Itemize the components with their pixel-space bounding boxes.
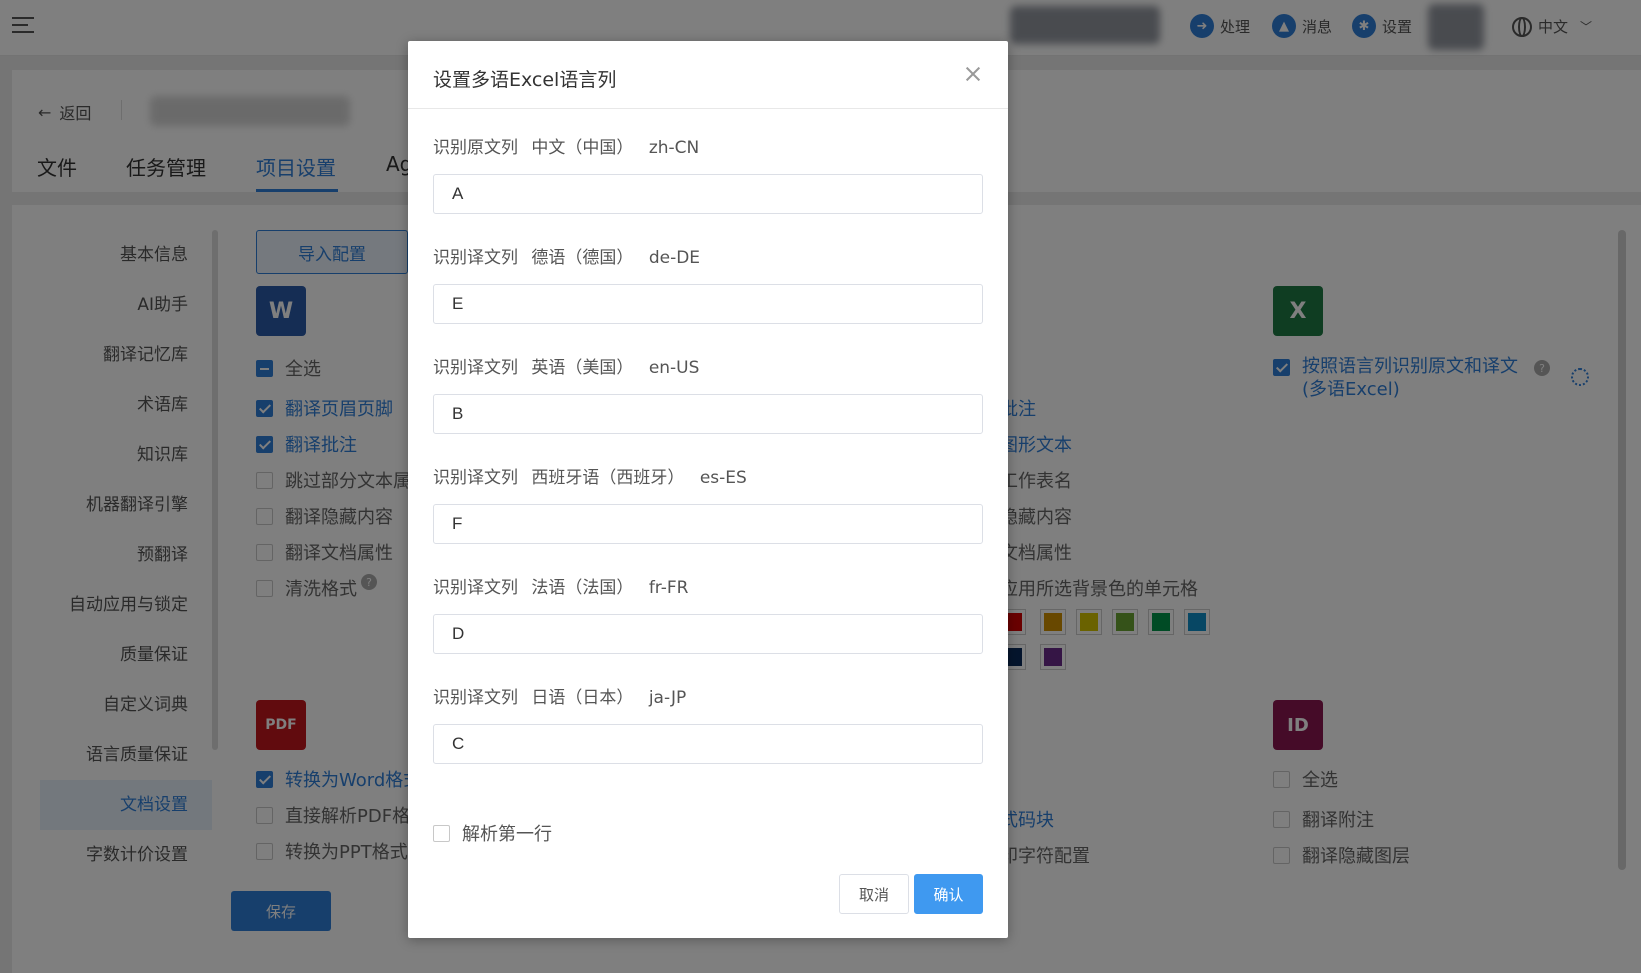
cancel-button[interactable]: 取消: [839, 874, 909, 914]
label-text: 识别译文列: [433, 688, 518, 708]
close-icon[interactable]: [964, 65, 982, 83]
parse-first-row-label: 解析第一行: [462, 824, 552, 845]
language-code: de-DE: [648, 248, 701, 268]
parse-first-row-option[interactable]: 解析第一行: [433, 820, 552, 846]
confirm-button[interactable]: 确认: [914, 874, 983, 914]
language-code: ja-JP: [648, 688, 687, 708]
language-code: en-US: [648, 358, 700, 378]
target-column-label-ja: 识别译文列 日语（日本） ja-JP: [433, 683, 686, 708]
label-text: 识别译文列: [433, 468, 518, 488]
parse-first-row-checkbox[interactable]: [433, 824, 450, 842]
language-name: 西班牙语（西班牙）: [531, 468, 685, 488]
label-text: 识别译文列: [433, 248, 518, 268]
label-text: 识别译文列: [433, 578, 518, 598]
label-text: 识别原文列: [433, 138, 518, 158]
target-column-input-de[interactable]: [433, 284, 983, 324]
target-column-input-en[interactable]: [433, 394, 983, 434]
label-text: 识别译文列: [433, 358, 518, 378]
target-column-label-en: 识别译文列 英语（美国） en-US: [433, 353, 699, 378]
target-column-label-de: 识别译文列 德语（德国） de-DE: [433, 243, 700, 268]
target-column-input-fr[interactable]: [433, 614, 983, 654]
dialog-title: 设置多语Excel语言列: [433, 69, 617, 91]
target-column-input-es[interactable]: [433, 504, 983, 544]
language-name: 德语（德国）: [531, 248, 634, 268]
language-name: 英语（美国）: [531, 358, 634, 378]
target-column-input-ja[interactable]: [433, 724, 983, 764]
language-code: zh-CN: [648, 138, 700, 158]
language-name: 法语（法国）: [531, 578, 634, 598]
dialog-header: 设置多语Excel语言列: [408, 41, 1008, 109]
target-column-label-es: 识别译文列 西班牙语（西班牙） es-ES: [433, 463, 747, 488]
multilang-excel-column-dialog: 设置多语Excel语言列 识别原文列 中文（中国） zh-CN 识别译文列 德语…: [408, 41, 1008, 938]
target-column-label-fr: 识别译文列 法语（法国） fr-FR: [433, 573, 688, 598]
language-name: 日语（日本）: [531, 688, 634, 708]
source-column-label: 识别原文列 中文（中国） zh-CN: [433, 133, 699, 158]
language-name: 中文（中国）: [531, 138, 634, 158]
language-code: fr-FR: [648, 578, 689, 598]
language-code: es-ES: [699, 468, 747, 488]
source-column-input[interactable]: [433, 174, 983, 214]
